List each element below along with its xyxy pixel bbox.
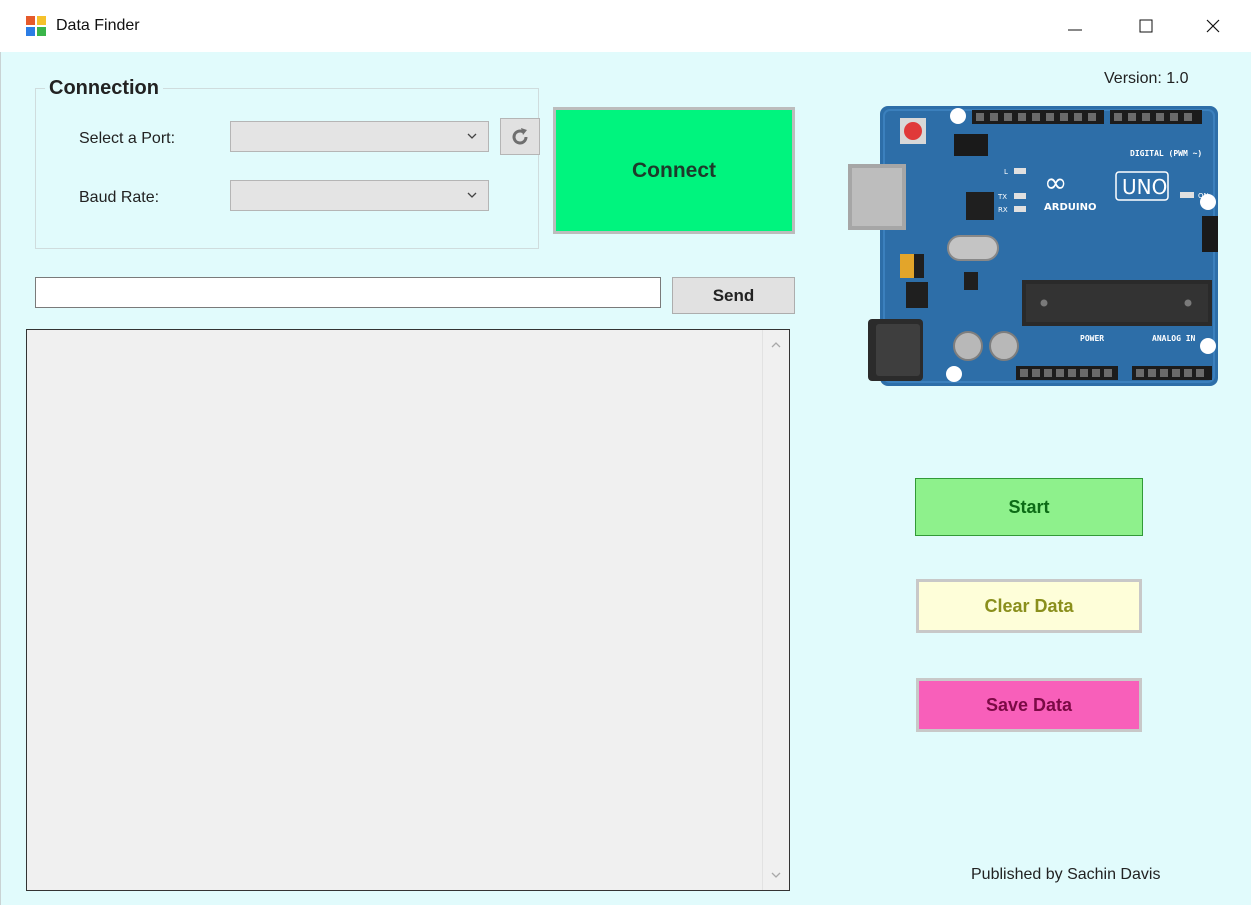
refresh-icon <box>512 127 528 144</box>
refresh-ports-button[interactable] <box>500 118 540 155</box>
minimize-button[interactable] <box>1052 8 1098 44</box>
scroll-up-icon[interactable] <box>770 340 782 350</box>
maximize-icon <box>1139 19 1153 33</box>
chevron-down-icon <box>467 192 477 198</box>
digital-pins-label: DIGITAL (PWM ~) <box>1130 149 1202 158</box>
window-title: Data Finder <box>56 17 140 34</box>
on-label: ON <box>1198 192 1209 200</box>
vertical-scrollbar[interactable] <box>762 330 789 890</box>
connection-group <box>35 88 539 249</box>
baud-select[interactable] <box>230 180 489 211</box>
close-button[interactable] <box>1190 8 1236 44</box>
app-icon <box>26 16 46 36</box>
scroll-down-icon[interactable] <box>770 870 782 880</box>
chevron-down-icon <box>467 133 477 139</box>
led-l-label: L <box>1004 168 1008 176</box>
led-rx-label: RX <box>998 206 1008 214</box>
connection-legend: Connection <box>45 77 163 100</box>
maximize-button[interactable] <box>1123 8 1169 44</box>
led-tx-label: TX <box>997 193 1007 201</box>
connect-button[interactable]: Connect <box>553 107 795 234</box>
arduino-board-image: DIGITAL (PWM ~) ∞ ARDUINO UNO ON L TX RX… <box>848 106 1218 386</box>
baud-label: Baud Rate: <box>79 189 160 206</box>
close-icon <box>1206 19 1220 33</box>
clear-data-button[interactable]: Clear Data <box>916 579 1142 633</box>
received-data-textbox[interactable] <box>26 329 790 891</box>
published-by-label: Published by Sachin Davis <box>971 866 1161 883</box>
uno-label: UNO <box>1122 175 1167 199</box>
version-label: Version: 1.0 <box>1104 70 1189 87</box>
minimize-icon <box>1068 29 1082 31</box>
brand-label: ARDUINO <box>1044 202 1096 213</box>
analog-pins-label: ANALOG IN <box>1152 334 1196 343</box>
port-label: Select a Port: <box>79 130 176 147</box>
start-button[interactable]: Start <box>915 478 1143 536</box>
send-button[interactable]: Send <box>672 277 795 314</box>
save-data-button[interactable]: Save Data <box>916 678 1142 732</box>
port-select[interactable] <box>230 121 489 152</box>
send-input[interactable] <box>35 277 661 308</box>
power-pins-label: POWER <box>1080 334 1104 343</box>
infinity-logo-icon: ∞ <box>1044 166 1067 199</box>
